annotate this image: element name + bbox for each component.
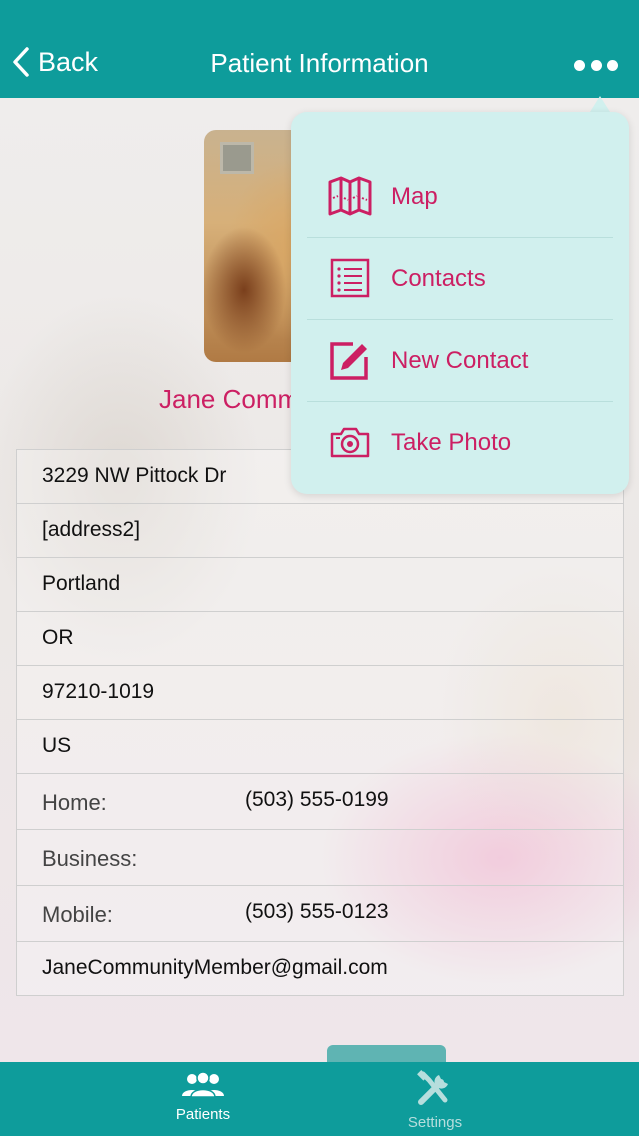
email-row[interactable]: JaneCommunityMember@gmail.com bbox=[17, 942, 623, 996]
address1-value: 3229 NW Pittock Dr bbox=[42, 464, 227, 487]
tab-settings[interactable]: Settings bbox=[375, 1070, 495, 1131]
menu-item-label: New Contact bbox=[391, 347, 529, 374]
phone-row-mobile[interactable]: Mobile: (503) 555-0123 bbox=[17, 886, 623, 942]
tab-bar: Patients Settings bbox=[0, 1062, 639, 1136]
menu-item-take-photo[interactable]: Take Photo bbox=[307, 402, 613, 483]
state-value: OR bbox=[42, 626, 74, 649]
map-icon bbox=[328, 176, 372, 216]
city-value: Portland bbox=[42, 572, 121, 595]
patient-name: Jane Comm bbox=[159, 384, 300, 414]
options-popup-menu: Map Contacts New Contact Take Photo bbox=[291, 112, 629, 494]
photo-detail bbox=[220, 142, 254, 174]
phone-value: (503) 555-0199 bbox=[245, 788, 389, 811]
tab-label: Settings bbox=[407, 1114, 463, 1131]
menu-item-label: Map bbox=[391, 183, 438, 210]
phone-label: Home: bbox=[42, 790, 107, 815]
country-row[interactable]: US bbox=[17, 720, 623, 774]
menu-pointer bbox=[590, 96, 610, 112]
phone-row-home[interactable]: Home: (503) 555-0199 bbox=[17, 774, 623, 830]
menu-item-contacts[interactable]: Contacts bbox=[307, 238, 613, 320]
email-value: JaneCommunityMember@gmail.com bbox=[42, 956, 388, 979]
nav-bar: Back Patient Information bbox=[0, 0, 639, 98]
page-title: Patient Information bbox=[210, 48, 429, 78]
tab-label: Patients bbox=[175, 1106, 231, 1123]
menu-item-label: Take Photo bbox=[391, 429, 512, 456]
more-dot-icon bbox=[607, 59, 618, 71]
edit-icon bbox=[330, 342, 368, 380]
more-dot-icon bbox=[574, 59, 585, 71]
address2-row[interactable]: [address2] bbox=[17, 504, 623, 558]
phone-label: Business: bbox=[42, 846, 138, 871]
phone-row-business[interactable]: Business: bbox=[17, 830, 623, 886]
menu-item-map[interactable]: Map bbox=[307, 156, 613, 238]
list-icon bbox=[330, 258, 370, 298]
menu-item-label: Contacts bbox=[391, 265, 486, 292]
camera-icon bbox=[330, 427, 370, 458]
phone-label: Mobile: bbox=[42, 902, 113, 927]
zip-value: 97210-1019 bbox=[42, 680, 155, 703]
tools-icon bbox=[417, 1070, 448, 1105]
zip-row[interactable]: 97210-1019 bbox=[17, 666, 623, 720]
phone-value: (503) 555-0123 bbox=[245, 900, 389, 923]
address2-value: [address2] bbox=[42, 518, 141, 541]
patient-details-list: 3229 NW Pittock Dr [address2] Portland O… bbox=[16, 449, 624, 996]
menu-item-new-contact[interactable]: New Contact bbox=[307, 320, 613, 402]
city-row[interactable]: Portland bbox=[17, 558, 623, 612]
more-options-button[interactable] bbox=[574, 56, 618, 74]
state-row[interactable]: OR bbox=[17, 612, 623, 666]
tab-patients[interactable]: Patients bbox=[143, 1070, 263, 1123]
people-icon bbox=[182, 1071, 224, 1098]
country-value: US bbox=[42, 734, 72, 757]
more-dot-icon bbox=[590, 59, 602, 71]
